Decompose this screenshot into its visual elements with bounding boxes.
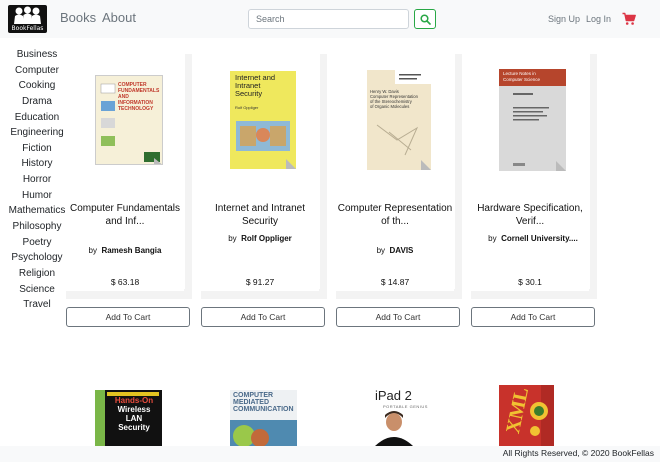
book-author: by Cornell University.... (488, 234, 578, 243)
book-price: $ 14.87 (380, 277, 410, 287)
card-shadow (201, 291, 327, 299)
book-title[interactable]: Computer Representation of th... (336, 202, 454, 228)
category-horror[interactable]: Horror (4, 172, 70, 188)
book-title[interactable]: Internet and Intranet Security (201, 202, 319, 228)
category-fiction[interactable]: Fiction (4, 141, 70, 157)
category-poetry[interactable]: Poetry (4, 235, 70, 251)
card-shadow (319, 54, 327, 299)
book-cover[interactable]: Henry W. Davis Computer Representation o… (367, 70, 431, 170)
add-to-cart-button[interactable]: Add To Cart (471, 307, 595, 327)
card-shadow (454, 54, 462, 299)
bookfellas-logo[interactable]: BookFellas (8, 5, 47, 33)
card-shadow (471, 291, 597, 299)
search-icon (420, 14, 431, 25)
cover-photo-person (375, 411, 413, 446)
footer: All Rights Reserved, © 2020 BookFellas (0, 446, 660, 462)
cover-author: Rolf Oppliger (235, 105, 259, 110)
add-to-cart-button[interactable]: Add To Cart (66, 307, 190, 327)
book-price: $ 30.1 (518, 277, 542, 287)
category-philosophy[interactable]: Philosophy (4, 219, 70, 235)
category-sidebar: Business Computer Cooking Drama Educatio… (4, 47, 70, 313)
footer-copyright: All Rights Reserved, © 2020 BookFellas (502, 448, 654, 458)
navbar: BookFellas Books About Sign Up Log In (0, 0, 660, 38)
cover-title: COMPUTER MEDIATED COMMUNICATION (233, 392, 294, 413)
cover-title: Henry W. Davis Computer Representation o… (370, 89, 418, 109)
book-author: by Rolf Oppliger (228, 234, 292, 243)
book-cover[interactable]: COMPUTER FUNDAMENTALS AND INFORMATION TE… (95, 75, 163, 165)
category-engineering[interactable]: Engineering (4, 125, 70, 141)
book-cover[interactable]: Internet and Intranet Security Rolf Oppl… (230, 71, 296, 169)
category-drama[interactable]: Drama (4, 94, 70, 110)
add-to-cart-button[interactable]: Add To Cart (201, 307, 325, 327)
shopping-cart-icon[interactable] (622, 12, 636, 26)
category-mathematics[interactable]: Mathematics (4, 203, 70, 219)
cover-title: Lecture Notes in Computer Science (503, 71, 541, 82)
book-cover[interactable]: COMPUTER MEDIATED COMMUNICATION (230, 390, 297, 446)
add-to-cart-button[interactable]: Add To Cart (336, 307, 460, 327)
book-price: $ 63.18 (110, 277, 140, 287)
logo-figures-icon (14, 6, 41, 24)
category-computer[interactable]: Computer (4, 63, 70, 79)
signup-link[interactable]: Sign Up (548, 14, 580, 24)
book-title[interactable]: Computer Fundamentals and Inf... (66, 202, 184, 228)
category-humor[interactable]: Humor (4, 188, 70, 204)
card-shadow (66, 291, 192, 299)
card-shadow (589, 54, 597, 299)
login-link[interactable]: Log In (586, 14, 611, 24)
book-cover[interactable]: XML (499, 385, 554, 446)
category-travel[interactable]: Travel (4, 297, 70, 313)
book-price: $ 91.27 (245, 277, 275, 287)
book-author: by DAVIS (376, 246, 414, 255)
category-business[interactable]: Business (4, 47, 70, 63)
search-button[interactable] (414, 9, 436, 29)
category-religion[interactable]: Religion (4, 266, 70, 282)
card-shadow (336, 291, 462, 299)
category-psychology[interactable]: Psychology (4, 250, 70, 266)
book-cover[interactable]: Lecture Notes in Computer Science (499, 69, 566, 171)
cover-title: Internet and Intranet Security (235, 73, 276, 98)
nav-about-link[interactable]: About (102, 10, 136, 25)
cover-title: COMPUTER FUNDAMENTALS AND INFORMATION TE… (118, 82, 160, 112)
card-shadow (184, 54, 192, 299)
search-input[interactable] (248, 9, 409, 29)
nav-books-link[interactable]: Books (60, 10, 96, 25)
book-author: by Ramesh Bangia (88, 246, 162, 255)
cover-title: Hands-On Wireless LAN Security (114, 396, 154, 432)
cover-art (367, 70, 431, 170)
book-cover[interactable]: iPad 2 PORTABLE GENIUS (365, 388, 429, 446)
book-cover[interactable]: Hands-On Wireless LAN Security (95, 390, 162, 446)
book-title[interactable]: Hardware Specification, Verif... (471, 202, 589, 228)
category-cooking[interactable]: Cooking (4, 78, 70, 94)
category-history[interactable]: History (4, 156, 70, 172)
category-education[interactable]: Education (4, 110, 70, 126)
category-science[interactable]: Science (4, 282, 70, 298)
cover-art (499, 69, 566, 171)
logo-text: BookFellas (11, 25, 44, 32)
